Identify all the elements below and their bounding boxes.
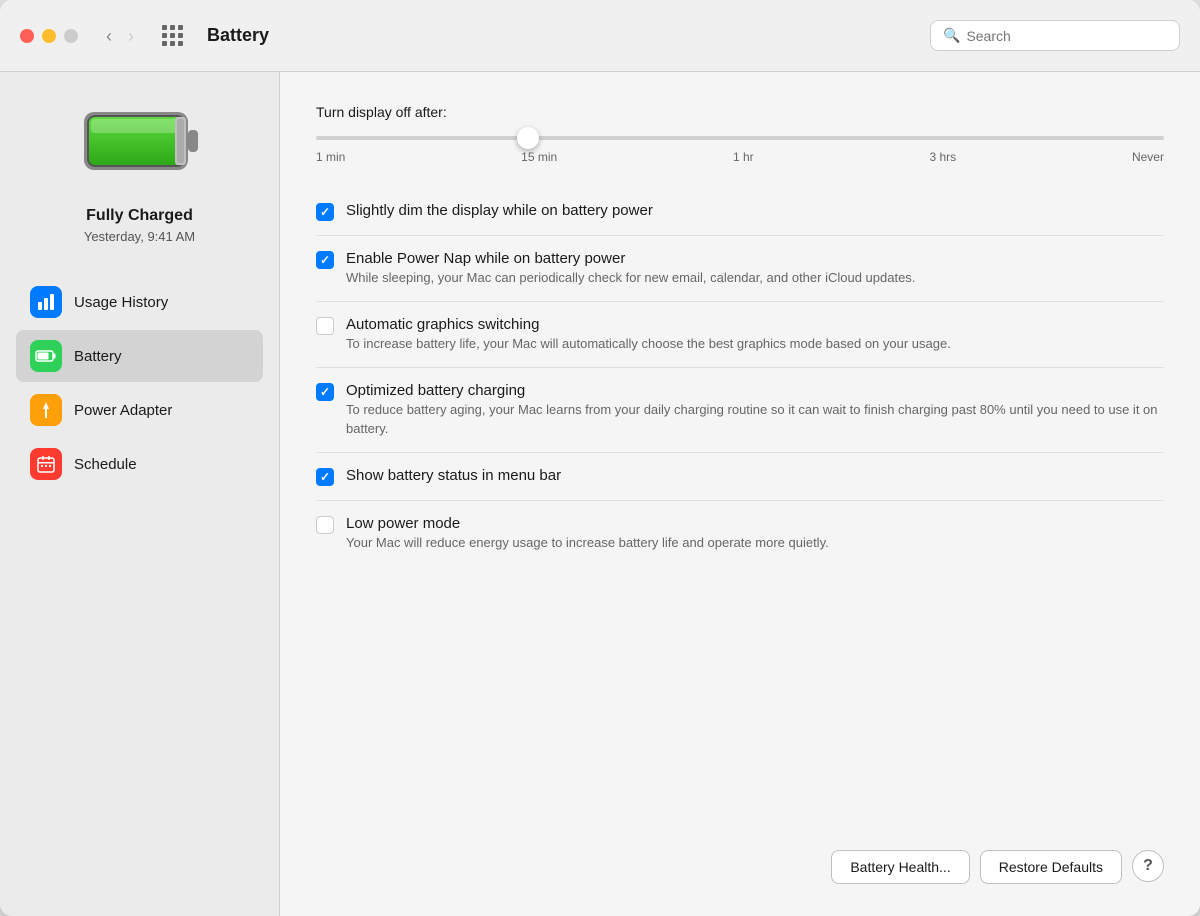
traffic-lights [20, 29, 78, 43]
checkbox-item-dim-display: Slightly dim the display while on batter… [316, 188, 1164, 236]
optimized-charging-description: To reduce battery aging, your Mac learns… [346, 401, 1164, 437]
battery-time: Yesterday, 9:41 AM [84, 229, 195, 244]
optimized-charging-content: Optimized battery charging To reduce bat… [346, 382, 1164, 437]
search-box[interactable]: 🔍 [930, 20, 1180, 51]
usage-history-label: Usage History [74, 294, 168, 311]
sidebar-item-power-adapter[interactable]: Power Adapter [16, 384, 263, 436]
minimize-button[interactable] [42, 29, 56, 43]
power-adapter-label: Power Adapter [74, 402, 172, 419]
checkbox-item-auto-graphics: Automatic graphics switching To increase… [316, 302, 1164, 368]
slider-section: Turn display off after: 1 min 15 min 1 h… [316, 104, 1164, 164]
close-button[interactable] [20, 29, 34, 43]
slider-label-15min: 15 min [521, 150, 557, 164]
low-power-label: Low power mode [346, 515, 1164, 532]
sidebar-item-battery[interactable]: Battery [16, 330, 263, 382]
slider-label-1hr: 1 hr [733, 150, 754, 164]
checkbox-optimized-charging[interactable] [316, 383, 334, 401]
system-preferences-window: ‹ › Battery 🔍 [0, 0, 1200, 916]
sidebar: Fully Charged Yesterday, 9:41 AM Usage H… [0, 72, 280, 916]
search-icon: 🔍 [943, 27, 960, 44]
power-nap-description: While sleeping, your Mac can periodicall… [346, 269, 1164, 287]
battery-nav-icon [30, 340, 62, 372]
low-power-content: Low power mode Your Mac will reduce ener… [346, 515, 1164, 552]
slider-label-3hrs: 3 hrs [929, 150, 956, 164]
power-nap-content: Enable Power Nap while on battery power … [346, 250, 1164, 287]
show-status-content: Show battery status in menu bar [346, 467, 1164, 486]
battery-graphic [80, 102, 200, 182]
auto-graphics-description: To increase battery life, your Mac will … [346, 335, 1164, 353]
help-button[interactable]: ? [1132, 850, 1164, 882]
slider-label-1min: 1 min [316, 150, 345, 164]
sidebar-item-schedule[interactable]: Schedule [16, 438, 263, 490]
dim-display-label: Slightly dim the display while on batter… [346, 202, 1164, 219]
show-status-label: Show battery status in menu bar [346, 467, 1164, 484]
checkbox-show-status[interactable] [316, 468, 334, 486]
battery-status: Fully Charged [86, 207, 193, 225]
back-button[interactable]: ‹ [102, 25, 116, 47]
power-nap-label: Enable Power Nap while on battery power [346, 250, 1164, 267]
nav-arrows: ‹ › [102, 25, 138, 47]
battery-icon-container [80, 102, 200, 187]
restore-defaults-button[interactable]: Restore Defaults [980, 850, 1122, 884]
content-area: Fully Charged Yesterday, 9:41 AM Usage H… [0, 72, 1200, 916]
dim-display-content: Slightly dim the display while on batter… [346, 202, 1164, 221]
auto-graphics-label: Automatic graphics switching [346, 316, 1164, 333]
grid-icon[interactable] [162, 25, 183, 46]
checkbox-low-power[interactable] [316, 516, 334, 534]
optimized-charging-label: Optimized battery charging [346, 382, 1164, 399]
slider-track[interactable] [316, 136, 1164, 140]
checkbox-item-optimized-charging: Optimized battery charging To reduce bat… [316, 368, 1164, 452]
auto-graphics-content: Automatic graphics switching To increase… [346, 316, 1164, 353]
maximize-button[interactable] [64, 29, 78, 43]
checkbox-item-show-status: Show battery status in menu bar [316, 453, 1164, 501]
checkbox-power-nap[interactable] [316, 251, 334, 269]
checkbox-section: Slightly dim the display while on batter… [316, 188, 1164, 830]
sidebar-item-usage-history[interactable]: Usage History [16, 276, 263, 328]
slider-thumb[interactable] [517, 127, 539, 149]
forward-button[interactable]: › [124, 25, 138, 47]
battery-nav-label: Battery [74, 348, 122, 365]
battery-health-button[interactable]: Battery Health... [831, 850, 969, 884]
slider-title: Turn display off after: [316, 104, 1164, 120]
slider-labels: 1 min 15 min 1 hr 3 hrs Never [316, 150, 1164, 164]
low-power-description: Your Mac will reduce energy usage to inc… [346, 534, 1164, 552]
search-input[interactable] [966, 28, 1167, 44]
usage-history-icon [30, 286, 62, 318]
page-title: Battery [207, 25, 914, 46]
slider-label-never: Never [1132, 150, 1164, 164]
checkbox-dim-display[interactable] [316, 203, 334, 221]
checkbox-auto-graphics[interactable] [316, 317, 334, 335]
power-adapter-icon [30, 394, 62, 426]
nav-list: Usage History Battery Power Adapter [16, 276, 263, 490]
footer: Battery Health... Restore Defaults ? [316, 830, 1164, 884]
checkbox-item-low-power: Low power mode Your Mac will reduce ener… [316, 501, 1164, 566]
titlebar: ‹ › Battery 🔍 [0, 0, 1200, 72]
checkbox-item-power-nap: Enable Power Nap while on battery power … [316, 236, 1164, 302]
schedule-icon [30, 448, 62, 480]
schedule-label: Schedule [74, 456, 137, 473]
main-panel: Turn display off after: 1 min 15 min 1 h… [280, 72, 1200, 916]
